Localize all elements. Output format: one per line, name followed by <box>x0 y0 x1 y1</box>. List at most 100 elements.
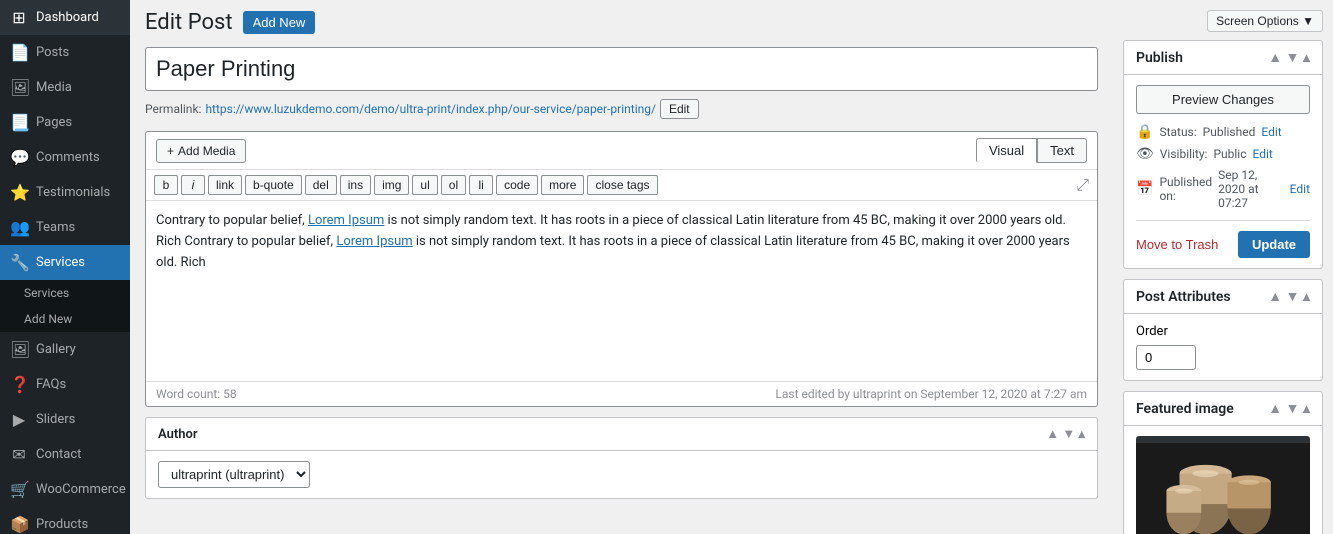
sidebar-item-sliders[interactable]: ▶ Sliders <box>0 402 130 437</box>
editor-expand-icon[interactable]: ⤢ <box>1076 175 1089 195</box>
featured-image-header: Featured image ▲ ▼ ▴ <box>1124 392 1322 426</box>
author-box-controls[interactable]: ▲ ▼ ▴ <box>1046 426 1085 442</box>
fmt-del[interactable]: del <box>305 175 337 195</box>
fmt-ol[interactable]: ol <box>441 175 466 195</box>
sidebar-item-comments[interactable]: 💬 Comments <box>0 140 130 175</box>
featured-image-box: Featured image ▲ ▼ ▴ <box>1123 391 1323 534</box>
sidebar-item-label: Gallery <box>36 342 76 357</box>
sidebar-item-products[interactable]: 📦 Products <box>0 507 130 534</box>
fmt-ul[interactable]: ul <box>412 175 437 195</box>
main-content: Edit Post Add New Permalink: https://www… <box>130 0 1113 534</box>
status-icon: 🔒 <box>1136 124 1153 140</box>
editor-content[interactable]: Contrary to popular belief, Lorem Ipsum … <box>146 201 1097 381</box>
visibility-edit-link[interactable]: Edit <box>1253 147 1273 161</box>
sidebar-item-gallery[interactable]: 🖼 Gallery <box>0 332 130 367</box>
visibility-row: 👁 Visibility: Public Edit <box>1136 146 1310 162</box>
order-input[interactable] <box>1136 345 1196 370</box>
permalink-row: Permalink: https://www.luzukdemo.com/dem… <box>145 99 1098 119</box>
fmt-img[interactable]: img <box>374 175 409 195</box>
sidebar-item-pages[interactable]: 📃 Pages <box>0 105 130 140</box>
woocommerce-icon: 🛒 <box>10 480 28 499</box>
sidebar-item-contact[interactable]: ✉ Contact <box>0 437 130 472</box>
publish-box: Publish ▲ ▼ ▴ Preview Changes 🔒 Status: … <box>1123 40 1323 269</box>
editor-view-tabs: Visual Text <box>976 138 1087 163</box>
media-icon: 🖼 <box>10 78 28 97</box>
sidebar-item-services[interactable]: 🔧 Services <box>0 245 130 280</box>
featured-image-controls[interactable]: ▲ ▼ ▴ <box>1268 400 1310 417</box>
featured-image-body <box>1124 426 1322 534</box>
add-media-icon: + <box>167 144 174 158</box>
fmt-italic[interactable]: i <box>181 175 205 195</box>
publish-box-controls[interactable]: ▲ ▼ ▴ <box>1268 49 1310 66</box>
sidebar-item-faqs[interactable]: ❓ FAQs <box>0 367 130 402</box>
post-attributes-title: Post Attributes <box>1136 289 1231 305</box>
permalink-url[interactable]: https://www.luzukdemo.com/demo/ultra-pri… <box>205 102 656 116</box>
faqs-icon: ❓ <box>10 375 28 394</box>
fmt-ins[interactable]: ins <box>340 175 371 195</box>
update-button[interactable]: Update <box>1238 231 1310 258</box>
pages-icon: 📃 <box>10 113 28 132</box>
sidebar-item-teams[interactable]: 👥 Teams <box>0 210 130 245</box>
gallery-icon: 🖼 <box>10 340 28 359</box>
post-attributes-controls[interactable]: ▲ ▼ ▴ <box>1268 288 1310 305</box>
published-row: 📅 Published on: Sep 12, 2020 at 07:27 Ed… <box>1136 168 1310 210</box>
fmt-bquote[interactable]: b-quote <box>245 175 302 195</box>
sidebar-item-label: Pages <box>36 115 72 130</box>
sidebar-item-services-add[interactable]: Add New <box>0 306 130 332</box>
sidebar-item-label: FAQs <box>36 377 66 392</box>
published-edit-link[interactable]: Edit <box>1290 182 1310 196</box>
author-box-body: ultraprint (ultraprint) <box>146 451 1097 498</box>
sidebar-item-dashboard[interactable]: ⊞ Dashboard <box>0 0 130 35</box>
status-edit-link[interactable]: Edit <box>1261 125 1281 139</box>
last-edited: Last edited by ultraprint on September 1… <box>775 387 1087 401</box>
fmt-bold[interactable]: b <box>154 175 178 195</box>
visibility-value: Public <box>1213 147 1246 161</box>
fmt-code[interactable]: code <box>496 175 538 195</box>
post-title-input[interactable] <box>145 47 1098 91</box>
visibility-label: Visibility: <box>1160 147 1208 161</box>
sidebar-item-label: Media <box>36 80 72 95</box>
order-label: Order <box>1136 324 1310 339</box>
word-count: Word count: 58 <box>156 387 237 401</box>
screen-options-bar: Screen Options ▼ <box>1123 10 1323 32</box>
fmt-link[interactable]: link <box>208 175 242 195</box>
author-box-title: Author <box>158 427 198 442</box>
status-value: Published <box>1203 125 1256 139</box>
tab-text[interactable]: Text <box>1037 138 1087 163</box>
add-new-button[interactable]: Add New <box>243 11 316 34</box>
sidebar-item-testimonials[interactable]: ⭐ Testimonials <box>0 175 130 210</box>
publish-box-header: Publish ▲ ▼ ▴ <box>1124 41 1322 75</box>
fmt-more[interactable]: more <box>541 175 584 195</box>
services-icon: 🔧 <box>10 253 28 272</box>
sidebar-item-posts[interactable]: 📄 Posts <box>0 35 130 70</box>
services-add-label: Add New <box>24 312 72 326</box>
sidebar-item-label: Dashboard <box>36 10 99 25</box>
add-media-button[interactable]: + Add Media <box>156 139 246 163</box>
sidebar-item-services-list[interactable]: Services <box>0 280 130 306</box>
author-select[interactable]: ultraprint (ultraprint) <box>158 461 310 488</box>
editor-format-bar: b i link b-quote del ins img ul ol li co… <box>146 170 1097 201</box>
editor-wrap: + Add Media Visual Text b i link b-quote… <box>145 131 1098 407</box>
teams-icon: 👥 <box>10 218 28 237</box>
sidebar-item-woocommerce[interactable]: 🛒 WooCommerce <box>0 472 130 507</box>
sidebar-item-label: Testimonials <box>36 185 110 200</box>
publish-box-body: Preview Changes 🔒 Status: Published Edit… <box>1124 75 1322 268</box>
fmt-close-tags[interactable]: close tags <box>587 175 657 195</box>
sidebar-item-media[interactable]: 🖼 Media <box>0 70 130 105</box>
dashboard-icon: ⊞ <box>10 8 28 27</box>
permalink-label: Permalink: <box>145 102 201 116</box>
sidebar-item-label: Products <box>36 517 88 532</box>
post-attributes-box: Post Attributes ▲ ▼ ▴ Order <box>1123 279 1323 381</box>
featured-image-thumbnail[interactable] <box>1136 436 1310 534</box>
move-to-trash-button[interactable]: Move to Trash <box>1136 237 1218 252</box>
preview-changes-button[interactable]: Preview Changes <box>1136 85 1310 114</box>
fmt-li[interactable]: li <box>469 175 493 195</box>
tab-visual[interactable]: Visual <box>976 138 1037 163</box>
sidebar: ⊞ Dashboard 📄 Posts 🖼 Media 📃 Pages 💬 Co… <box>0 0 130 534</box>
edit-permalink-button[interactable]: Edit <box>660 99 699 119</box>
page-title: Edit Post <box>145 10 233 35</box>
screen-options-button[interactable]: Screen Options ▼ <box>1207 10 1323 32</box>
published-label: Published on: <box>1159 175 1212 203</box>
visibility-icon: 👁 <box>1136 146 1154 162</box>
services-submenu: Services Add New <box>0 280 130 332</box>
